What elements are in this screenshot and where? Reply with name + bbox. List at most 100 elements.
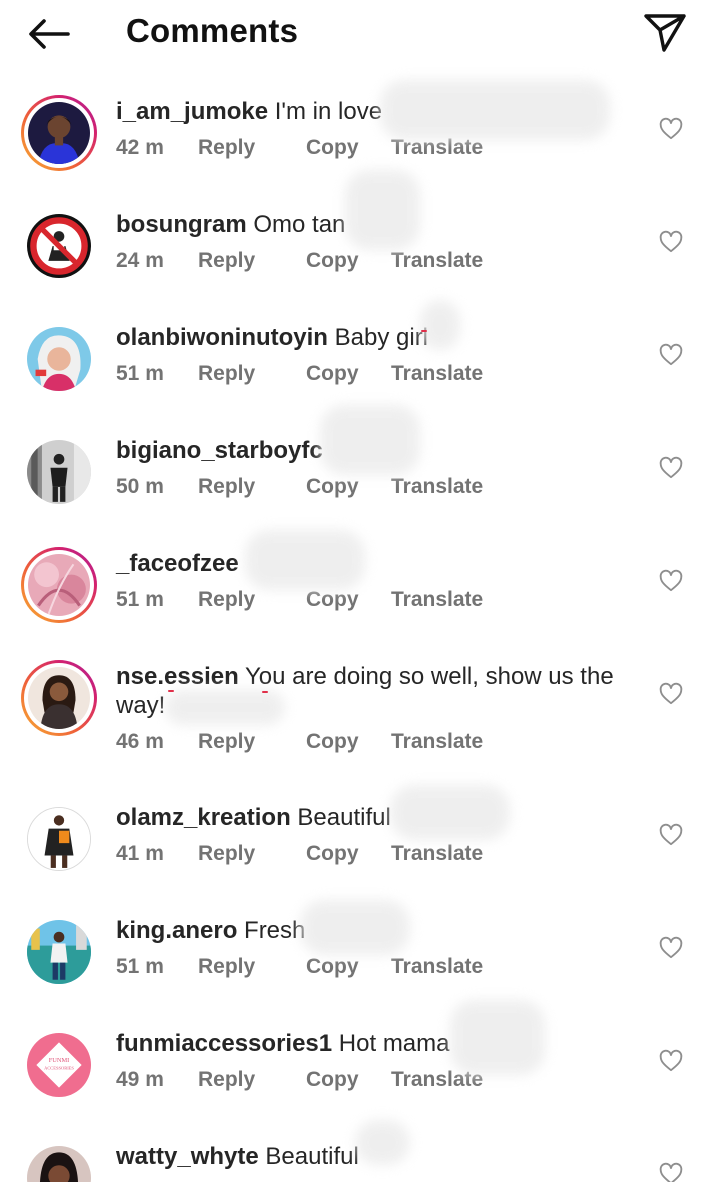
avatar-photo bbox=[27, 1146, 91, 1182]
comment-time: 50 m bbox=[116, 475, 164, 498]
avatar[interactable] bbox=[21, 547, 97, 623]
comment-text: I'm in love bbox=[274, 98, 383, 125]
copy-button[interactable]: Copy bbox=[306, 475, 359, 499]
comment-username[interactable]: king.anero bbox=[116, 917, 237, 944]
heart-outline-icon bbox=[659, 569, 683, 592]
like-button[interactable] bbox=[658, 1161, 684, 1182]
copy-button[interactable]: Copy bbox=[306, 1068, 359, 1092]
comment-text: Beautiful bbox=[265, 1143, 359, 1170]
reply-button[interactable]: Reply bbox=[198, 842, 255, 866]
comment-item: nse.essien You are doing so well, show u… bbox=[0, 657, 720, 797]
redaction-blur bbox=[165, 690, 285, 725]
like-button[interactable] bbox=[658, 681, 684, 707]
reply-button[interactable]: Reply bbox=[198, 475, 255, 499]
comment-username[interactable]: i_am_jumoke bbox=[116, 98, 268, 125]
avatar-photo bbox=[28, 808, 90, 870]
comment-text: Hot mama bbox=[338, 1030, 450, 1057]
copy-button[interactable]: Copy bbox=[306, 362, 359, 386]
avatar-photo bbox=[28, 554, 90, 616]
heart-outline-icon bbox=[659, 682, 683, 705]
heart-outline-icon bbox=[659, 1162, 683, 1182]
translate-button[interactable]: Translate bbox=[391, 249, 483, 273]
copy-button[interactable]: Copy bbox=[306, 136, 359, 160]
redaction-blur bbox=[390, 785, 510, 840]
avatar-photo bbox=[28, 102, 90, 164]
translate-button[interactable]: Translate bbox=[391, 842, 483, 866]
avatar[interactable] bbox=[21, 1140, 97, 1182]
redaction-blur bbox=[450, 1000, 545, 1075]
reply-button[interactable]: Reply bbox=[198, 955, 255, 979]
comment-item: olamz_kreation Beautiful 41 m Reply Copy… bbox=[0, 798, 720, 908]
arrow-left-icon bbox=[29, 19, 70, 49]
comment-text: Beautiful bbox=[297, 804, 391, 831]
heart-outline-icon bbox=[659, 823, 683, 846]
copy-button[interactable]: Copy bbox=[306, 955, 359, 979]
like-button[interactable] bbox=[658, 116, 684, 142]
comment-time: 42 m bbox=[116, 136, 164, 159]
svg-text:FUNMI: FUNMI bbox=[49, 1057, 70, 1064]
reply-button[interactable]: Reply bbox=[198, 136, 255, 160]
comment-username[interactable]: olamz_kreation bbox=[116, 804, 291, 831]
avatar[interactable] bbox=[21, 914, 97, 990]
comment-time: 51 m bbox=[116, 955, 164, 978]
avatar[interactable] bbox=[21, 660, 97, 736]
like-button[interactable] bbox=[658, 1048, 684, 1074]
share-button[interactable] bbox=[642, 10, 688, 54]
redaction-blur bbox=[300, 900, 410, 955]
like-button[interactable] bbox=[658, 229, 684, 255]
reply-button[interactable]: Reply bbox=[198, 730, 255, 754]
reply-button[interactable]: Reply bbox=[198, 362, 255, 386]
redaction-blur bbox=[245, 530, 365, 590]
copy-button[interactable]: Copy bbox=[306, 842, 359, 866]
avatar-photo bbox=[27, 440, 91, 504]
back-button[interactable] bbox=[26, 16, 72, 52]
header-bar: Comments bbox=[0, 0, 720, 68]
avatar-photo bbox=[27, 920, 91, 984]
comment-username[interactable]: watty_whyte bbox=[116, 1143, 259, 1170]
reply-button[interactable]: Reply bbox=[198, 588, 255, 612]
translate-button[interactable]: Translate bbox=[391, 475, 483, 499]
comment-username[interactable]: nse.essien bbox=[116, 663, 239, 690]
comment-username[interactable]: funmiaccessories1 bbox=[116, 1030, 332, 1057]
comment-text: Omo tan bbox=[253, 211, 346, 238]
avatar[interactable] bbox=[21, 801, 97, 877]
reply-button[interactable]: Reply bbox=[198, 1068, 255, 1092]
comment-text: Fresh bbox=[244, 917, 306, 944]
comment-username[interactable]: olanbiwoninutoyin bbox=[116, 324, 328, 351]
svg-text:ACCESSORIES: ACCESSORIES bbox=[44, 1065, 74, 1070]
copy-button[interactable]: Copy bbox=[306, 730, 359, 754]
comment-username[interactable]: _faceofzee bbox=[116, 550, 239, 577]
comment-time: 51 m bbox=[116, 588, 164, 611]
like-button[interactable] bbox=[658, 342, 684, 368]
like-button[interactable] bbox=[658, 455, 684, 481]
heart-outline-icon bbox=[659, 230, 683, 253]
avatar[interactable] bbox=[21, 95, 97, 171]
translate-button[interactable]: Translate bbox=[391, 362, 483, 386]
comment-username[interactable]: bosungram bbox=[116, 211, 247, 238]
redaction-blur bbox=[320, 405, 420, 475]
comment-username[interactable]: bigiano_starboyfc bbox=[116, 437, 323, 464]
avatar[interactable] bbox=[21, 434, 97, 510]
like-button[interactable] bbox=[658, 935, 684, 961]
redaction-blur bbox=[345, 170, 420, 250]
redaction-blur bbox=[355, 1120, 410, 1165]
like-button[interactable] bbox=[658, 822, 684, 848]
translate-button[interactable]: Translate bbox=[391, 588, 483, 612]
emoji-remnant bbox=[262, 691, 268, 693]
translate-button[interactable]: Translate bbox=[391, 955, 483, 979]
emoji-remnant bbox=[421, 330, 427, 332]
heart-outline-icon bbox=[659, 117, 683, 140]
comment-time: 49 m bbox=[116, 1068, 164, 1091]
reply-button[interactable]: Reply bbox=[198, 249, 255, 273]
copy-button[interactable]: Copy bbox=[306, 588, 359, 612]
comment-time: 41 m bbox=[116, 842, 164, 865]
copy-button[interactable]: Copy bbox=[306, 249, 359, 273]
heart-outline-icon bbox=[659, 343, 683, 366]
avatar[interactable] bbox=[21, 208, 97, 284]
translate-button[interactable]: Translate bbox=[391, 730, 483, 754]
like-button[interactable] bbox=[658, 568, 684, 594]
avatar[interactable] bbox=[21, 321, 97, 397]
emoji-remnant bbox=[168, 690, 174, 692]
avatar[interactable]: FUNMI ACCESSORIES bbox=[21, 1027, 97, 1103]
paper-plane-icon bbox=[644, 14, 686, 52]
